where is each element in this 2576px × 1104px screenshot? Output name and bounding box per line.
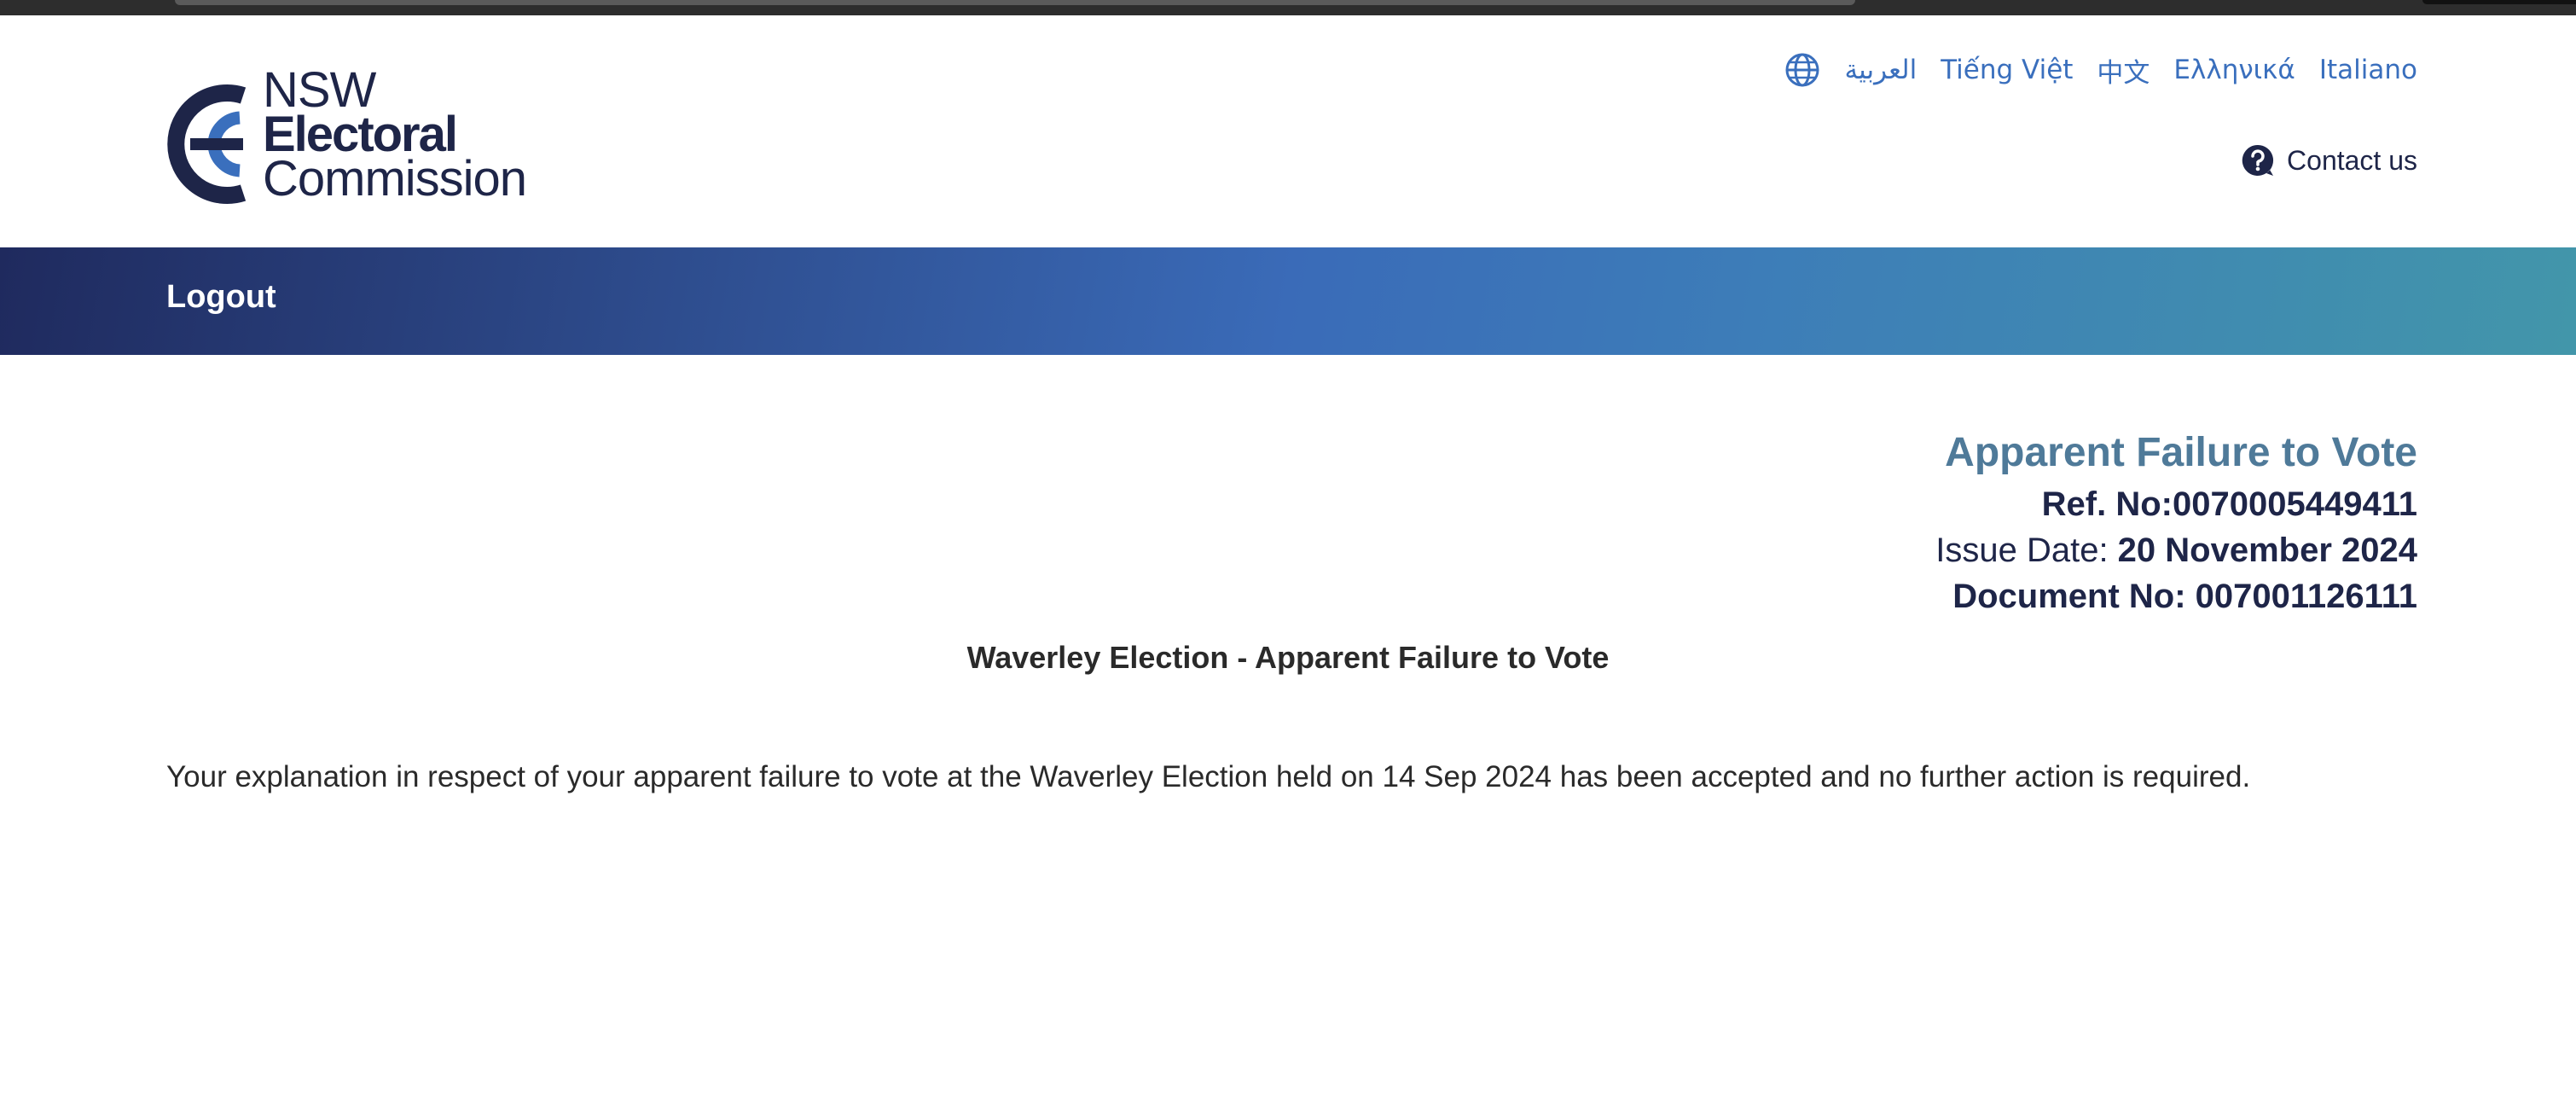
document-title: Apparent Failure to Vote	[1945, 430, 2417, 475]
language-link-greek[interactable]: Ελληνικά	[2173, 55, 2295, 85]
language-link-chinese[interactable]: 中文	[2097, 51, 2150, 90]
question-circle-icon	[2242, 144, 2274, 176]
language-selector: العربية Tiếng Việt 中文 Ελληνικά Italiano	[1784, 44, 2417, 96]
logo-line-commission: Commission	[263, 151, 527, 206]
document-number-line: Document No: 007001126111	[1935, 573, 2417, 619]
browser-tab-edge	[175, 0, 1855, 5]
ref-number-value: 0070005449411	[2173, 485, 2417, 523]
document-number-label: Document No:	[1952, 578, 2196, 615]
globe-icon	[1785, 53, 1819, 87]
document-number-value: 007001126111	[2195, 578, 2417, 615]
language-link-italian[interactable]: Italiano	[2319, 55, 2417, 85]
ref-number-label: Ref. No:	[2041, 485, 2173, 523]
letter-subject: Waverley Election - Apparent Failure to …	[966, 640, 1610, 675]
issue-date-line: Issue Date: 20 November 2024	[1935, 527, 2417, 573]
document-meta: Apparent Failure to Vote Ref. No:0070005…	[1935, 425, 2417, 619]
main-nav-bar: Logout	[0, 247, 2576, 355]
nsw-electoral-commission-logo[interactable]: NSW Electoral Commission	[165, 66, 527, 218]
issue-date-label: Issue Date:	[1935, 532, 2118, 569]
browser-tab-edge-right	[2422, 0, 2576, 4]
language-link-arabic[interactable]: العربية	[1844, 55, 1917, 85]
logo-wordmark: NSW Electoral Commission	[263, 66, 536, 206]
contact-us-link[interactable]: Contact us	[2241, 135, 2417, 186]
logo-mark-icon	[167, 84, 247, 204]
site-header: NSW Electoral Commission العربية Tiếng V…	[0, 15, 2576, 247]
letter-body: Your explanation in respect of your appa…	[166, 760, 2251, 793]
language-link-vietnamese[interactable]: Tiếng Việt	[1941, 55, 2073, 85]
logout-link[interactable]: Logout	[166, 279, 276, 316]
ref-number-line: Ref. No:0070005449411	[1935, 481, 2417, 527]
issue-date-value: 20 November 2024	[2117, 532, 2417, 569]
contact-us-label: Contact us	[2287, 144, 2417, 176]
browser-top-strip	[0, 0, 2576, 15]
